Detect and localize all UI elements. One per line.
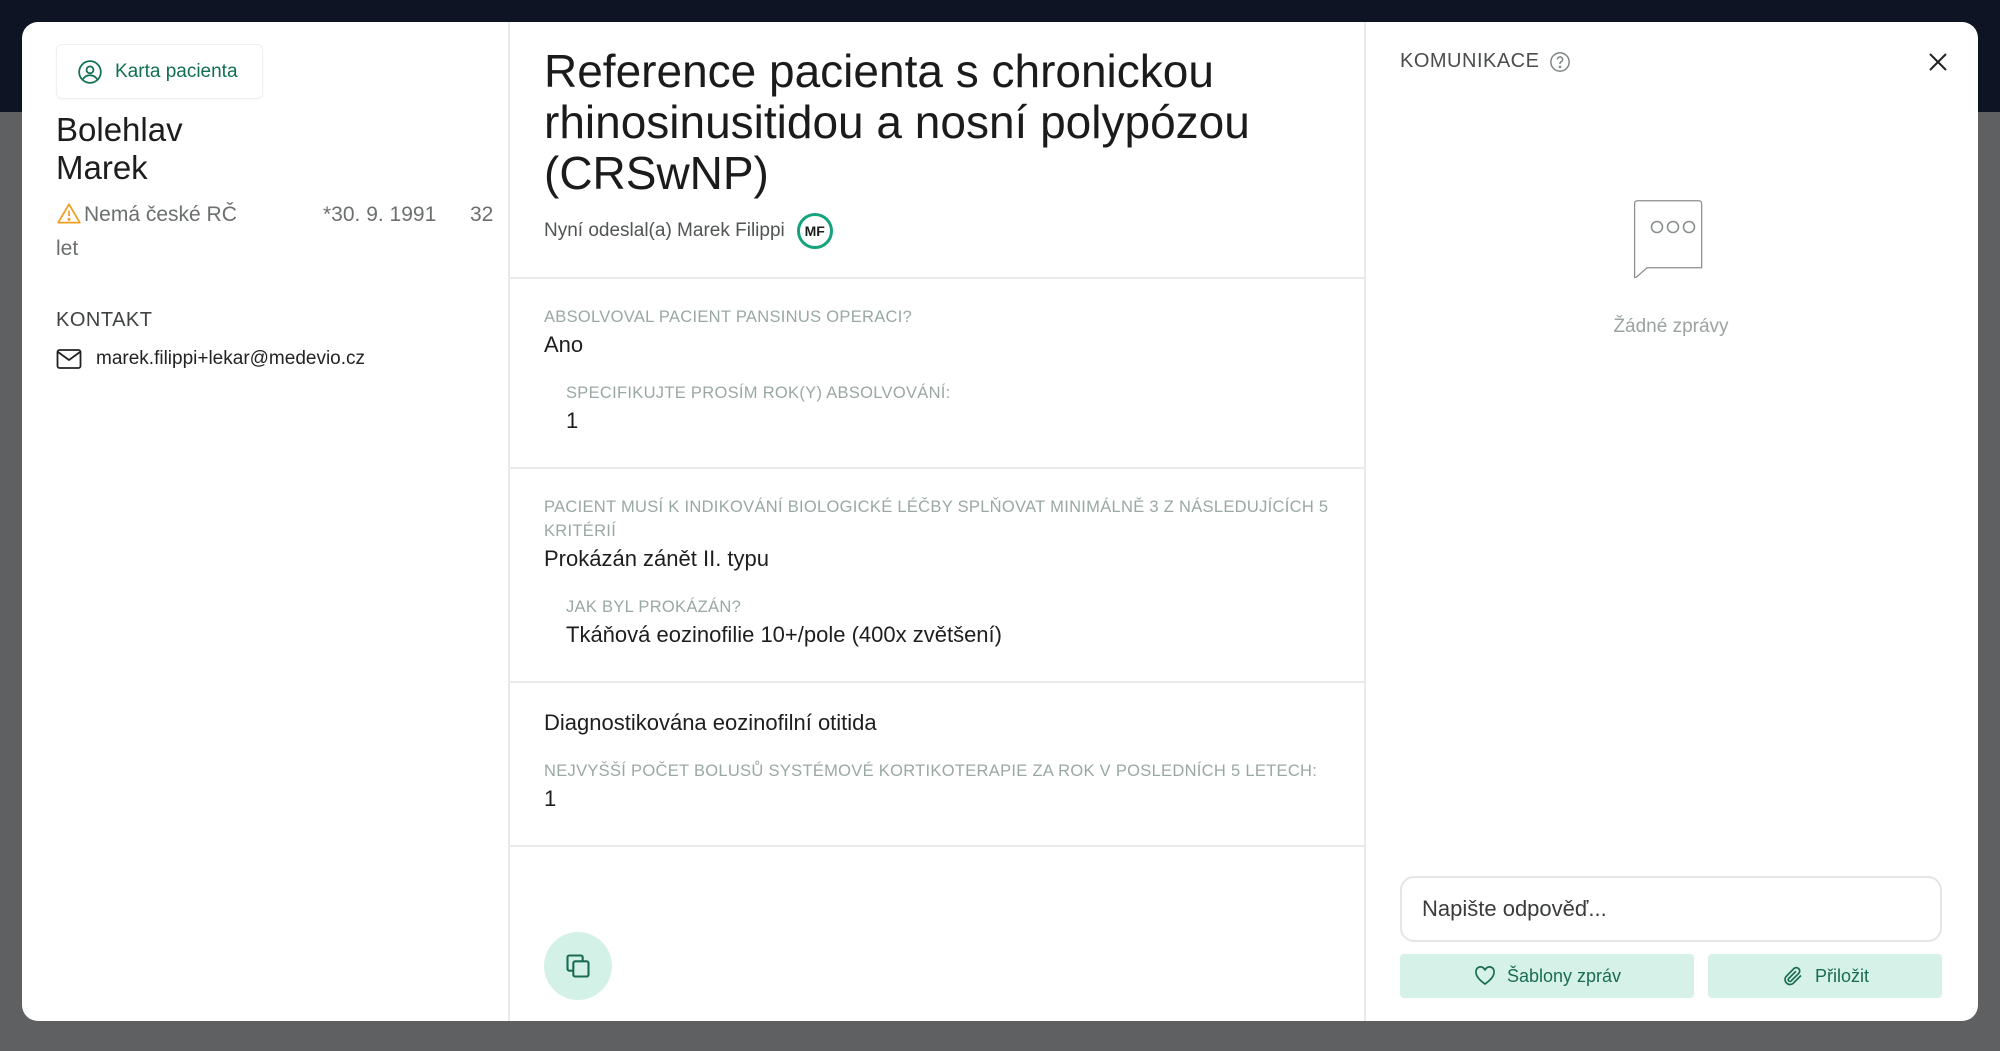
sender-row: Nyní odeslal(a) Marek Filippi MF bbox=[544, 213, 1330, 249]
communication-title: KOMUNIKACE bbox=[1400, 50, 1540, 72]
communication-heading: KOMUNIKACE bbox=[1400, 50, 1571, 73]
avatar: MF bbox=[796, 213, 833, 249]
question-label: PACIENT MUSÍ K INDIKOVÁNÍ BIOLOGICKÉ LÉČ… bbox=[544, 498, 1329, 540]
help-icon[interactable] bbox=[1549, 51, 1571, 73]
page-title: Reference pacienta s chronickou rhinosin… bbox=[544, 45, 1250, 199]
referral-modal: Karta pacienta Bolehlav Marek Nemá české… bbox=[22, 22, 1978, 1021]
warning-icon bbox=[57, 203, 81, 224]
paperclip-icon bbox=[1784, 966, 1802, 986]
answer-value: 1 bbox=[544, 786, 557, 811]
answer-value: Ano bbox=[544, 332, 584, 357]
communication-panel: KOMUNIKACE Žádné zprávy Šablony zpráv Př… bbox=[1366, 22, 1978, 1021]
reply-input[interactable] bbox=[1400, 876, 1942, 942]
user-circle-icon bbox=[78, 59, 102, 84]
age-number: 32 bbox=[470, 203, 494, 226]
chat-bubble-icon bbox=[1633, 200, 1703, 278]
sender-text: Nyní odeslal(a) Marek Filippi bbox=[544, 220, 785, 241]
age-unit: let bbox=[56, 237, 79, 260]
patient-surname: Bolehlav bbox=[56, 111, 183, 148]
sub-question-label: SPECIFIKUJTE PROSÍM ROK(Y) ABSOLVOVÁNÍ: bbox=[566, 384, 951, 402]
copy-icon bbox=[566, 954, 590, 978]
templates-label: Šablony zpráv bbox=[1506, 965, 1622, 986]
referral-detail: Reference pacienta s chronickou rhinosin… bbox=[510, 22, 1366, 1021]
patient-name: Bolehlav Marek bbox=[56, 111, 508, 187]
question-label: NEJVYŠŠÍ POČET BOLUSŮ SYSTÉMOVÉ KORTIKOT… bbox=[544, 762, 1318, 780]
answer-block: PACIENT MUSÍ K INDIKOVÁNÍ BIOLOGICKÉ LÉČ… bbox=[510, 469, 1364, 683]
patient-card-label: Karta pacienta bbox=[115, 60, 238, 82]
question-label: ABSOLVOVAL PACIENT PANSINUS OPERACI? bbox=[544, 308, 913, 326]
answer-value: Prokázán zánět II. typu bbox=[544, 546, 770, 571]
patient-card-button[interactable]: Karta pacienta bbox=[56, 44, 263, 99]
empty-messages-text: Žádné zprávy bbox=[1613, 316, 1729, 337]
no-rc-text: Nemá české RČ bbox=[84, 203, 237, 226]
templates-button[interactable]: Šablony zpráv bbox=[1400, 954, 1694, 998]
contact-email-row[interactable]: marek.filippi+lekar@medevio.cz bbox=[56, 348, 508, 370]
sub-answer-value: Tkáňová eozinofilie 10+/pole (400x zvětš… bbox=[566, 622, 1002, 647]
answer-value: Diagnostikována eozinofilní otitida bbox=[544, 710, 877, 735]
patient-meta: Nemá české RČ *30. 9. 1991 32 let bbox=[56, 199, 508, 269]
sub-answer: JAK BYL PROKÁZÁN? Tkáňová eozinofilie 10… bbox=[544, 595, 1330, 651]
mail-icon bbox=[56, 349, 82, 369]
sub-answer: SPECIFIKUJTE PROSÍM ROK(Y) ABSOLVOVÁNÍ: … bbox=[544, 381, 1330, 437]
referral-header: Reference pacienta s chronickou rhinosin… bbox=[510, 22, 1364, 279]
sub-answer-value: 1 bbox=[566, 408, 579, 433]
birth-date: *30. 9. 1991 bbox=[323, 203, 437, 226]
copy-button[interactable] bbox=[544, 932, 612, 1000]
close-icon[interactable] bbox=[1926, 50, 1950, 74]
contact-email[interactable]: marek.filippi+lekar@medevio.cz bbox=[96, 348, 365, 370]
heart-icon bbox=[1475, 966, 1495, 986]
attach-label: Přiložit bbox=[1814, 965, 1869, 986]
patient-firstname: Marek bbox=[56, 149, 148, 186]
contact-heading: KONTAKT bbox=[56, 309, 153, 331]
answer-block: Diagnostikována eozinofilní otitida NEJV… bbox=[510, 683, 1364, 847]
attach-button[interactable]: Přiložit bbox=[1708, 954, 1942, 998]
answer-block: ABSOLVOVAL PACIENT PANSINUS OPERACI? Ano… bbox=[510, 279, 1364, 469]
sub-question-label: JAK BYL PROKÁZÁN? bbox=[566, 598, 742, 616]
patient-panel: Karta pacienta Bolehlav Marek Nemá české… bbox=[22, 22, 510, 1021]
